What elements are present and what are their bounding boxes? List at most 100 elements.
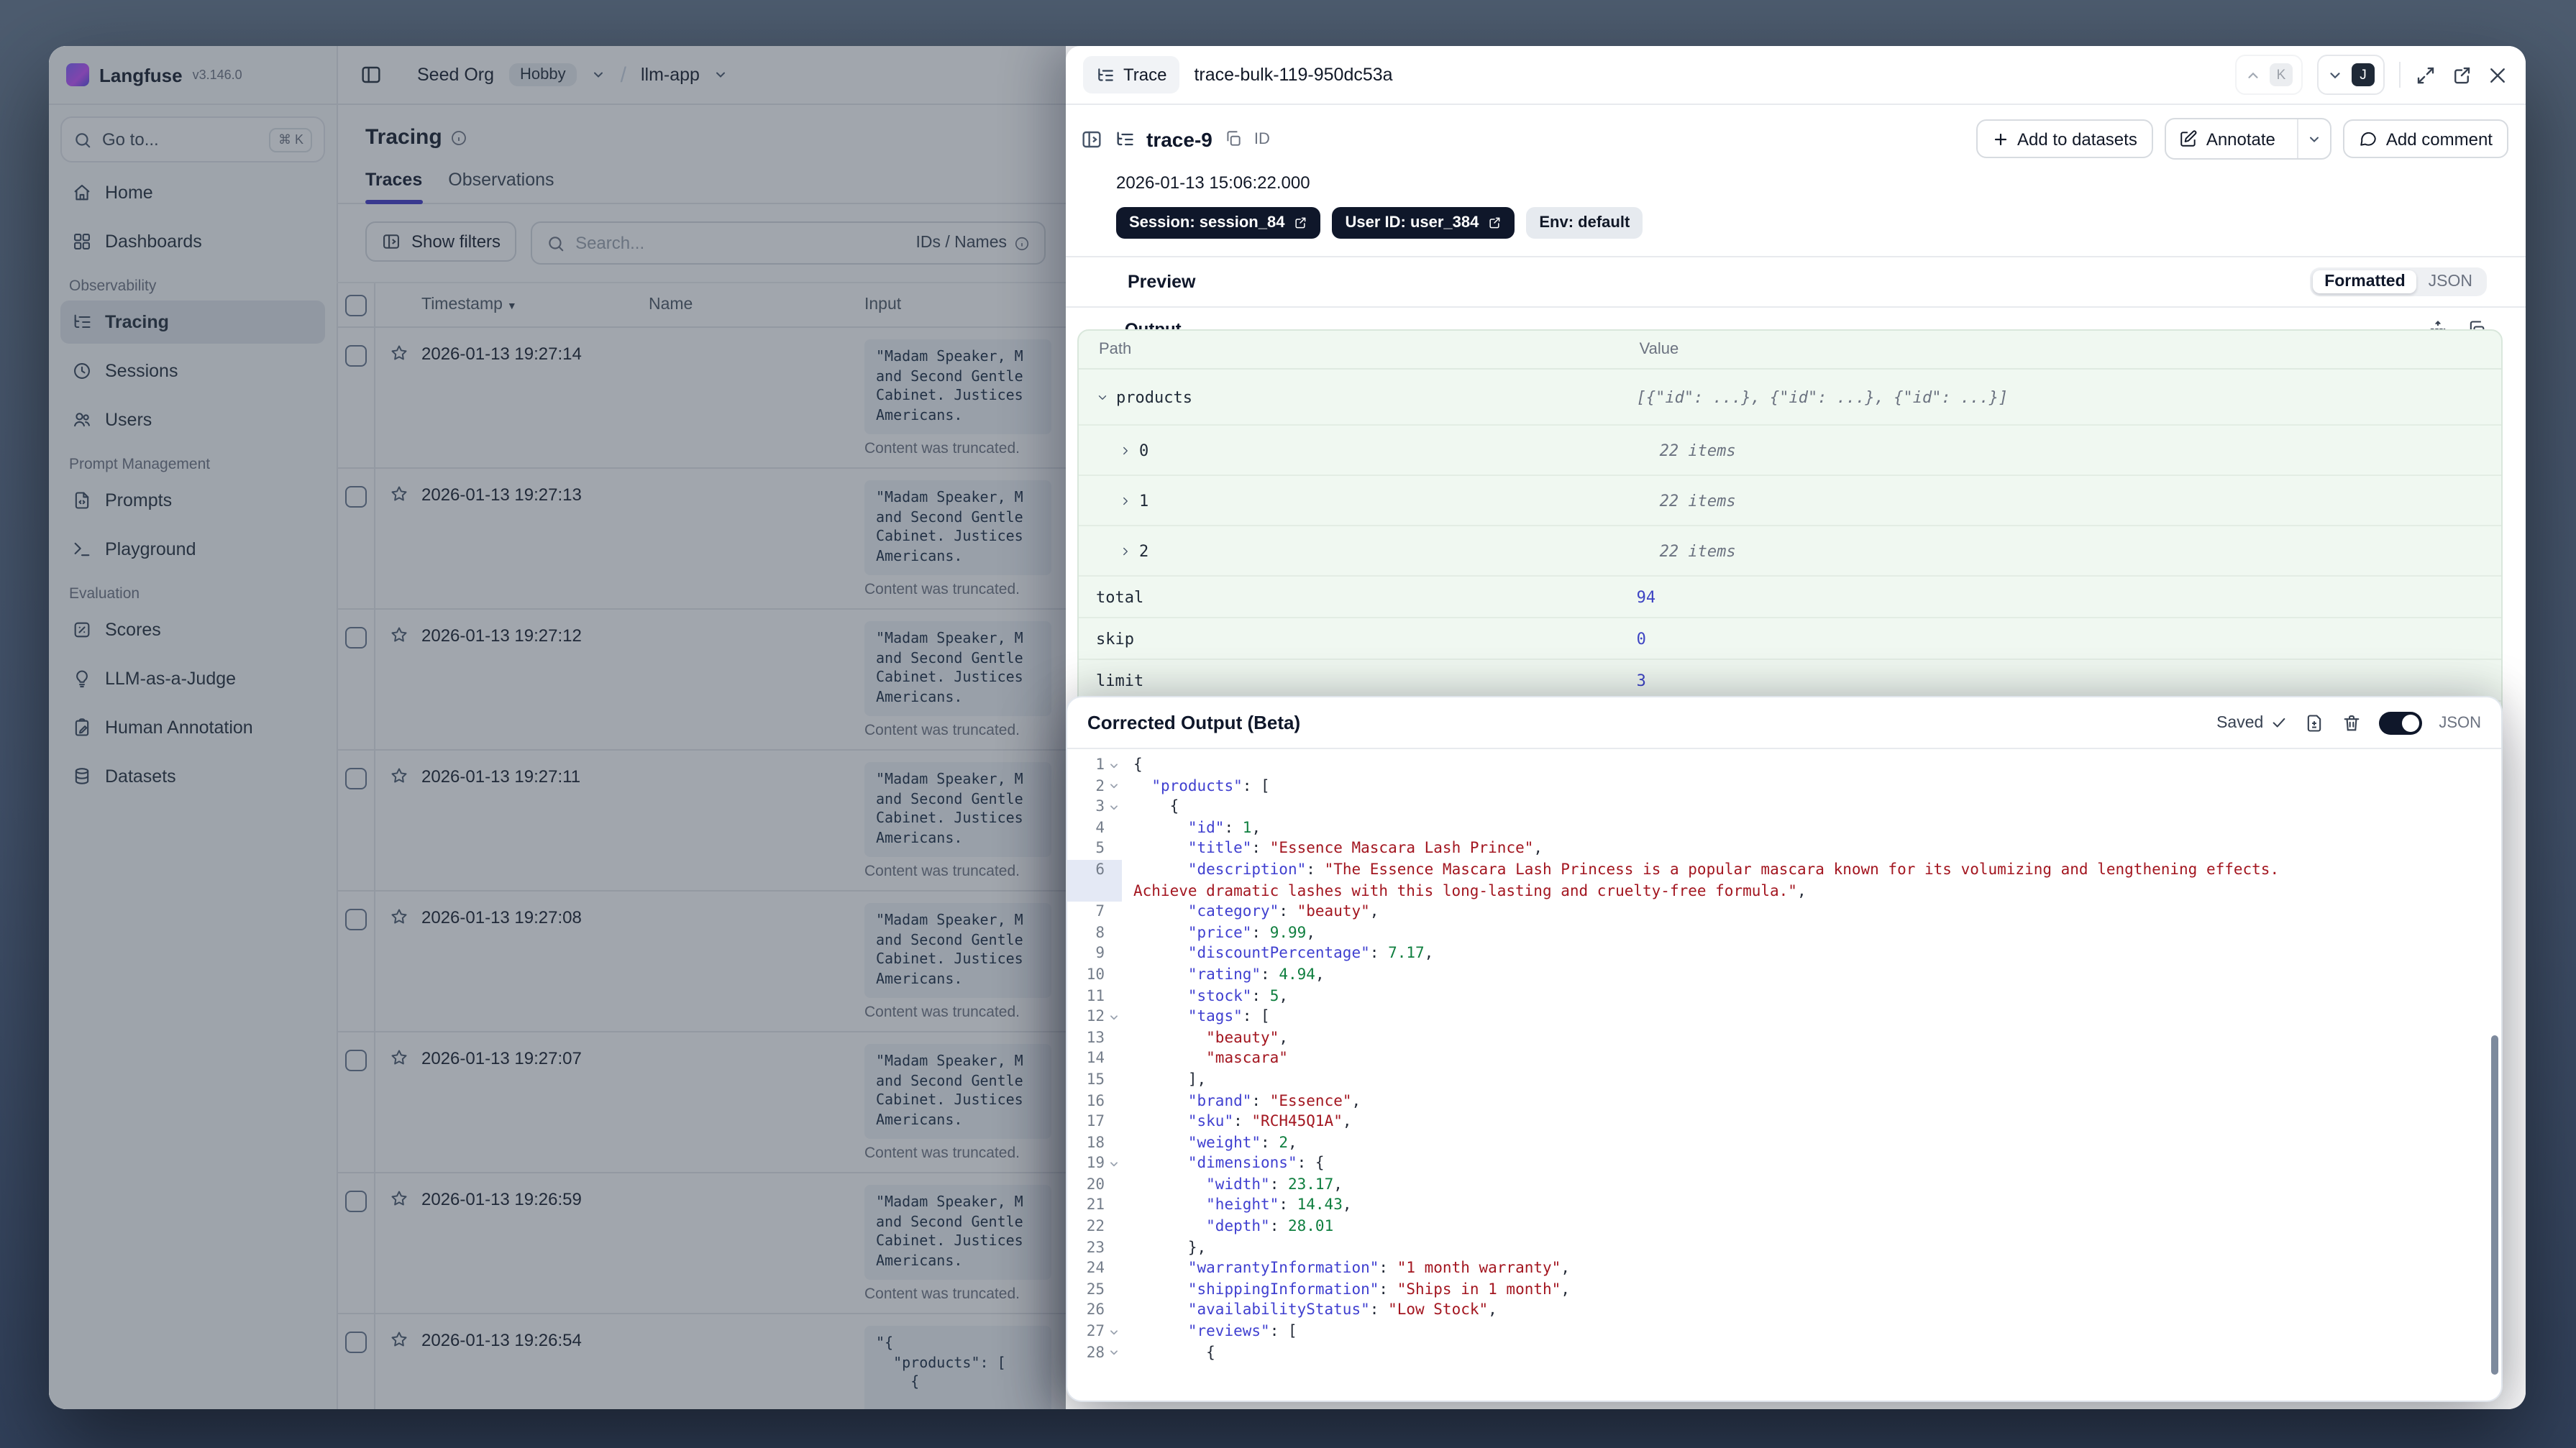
output-row-0[interactable]: 0 22 items: [1079, 426, 2501, 476]
sidebar-item-human-annotation[interactable]: Human Annotation: [60, 706, 325, 749]
close-icon[interactable]: [2487, 64, 2508, 86]
tab-traces[interactable]: Traces: [365, 170, 422, 204]
editor-line[interactable]: 22 "depth": 28.01: [1067, 1216, 2501, 1237]
search-input[interactable]: Search... IDs / Names: [531, 221, 1046, 265]
star-icon[interactable]: [389, 626, 408, 644]
editor-line[interactable]: 24 "warrantyInformation": "1 month warra…: [1067, 1259, 2501, 1280]
editor-line[interactable]: 5 "title": "Essence Mascara Lash Prince"…: [1067, 839, 2501, 860]
format-json[interactable]: JSON: [2417, 270, 2484, 293]
editor-line[interactable]: 3 {: [1067, 797, 2501, 817]
editor-line[interactable]: 9 "discountPercentage": 7.17,: [1067, 944, 2501, 965]
column-timestamp[interactable]: Timestamp ▼: [421, 296, 649, 313]
editor-scrollbar[interactable]: [2491, 1035, 2498, 1375]
editor-line[interactable]: 25 "shippingInformation": "Ships in 1 mo…: [1067, 1280, 2501, 1301]
output-row-2[interactable]: 2 22 items: [1079, 526, 2501, 577]
expand-icon[interactable]: [2415, 64, 2436, 86]
table-row[interactable]: 2026-01-13 19:27:14 "Madam Speaker, M and…: [337, 328, 1066, 469]
copy-icon[interactable]: [1224, 129, 1243, 148]
star-icon[interactable]: [389, 1330, 408, 1349]
add-comment-button[interactable]: Add comment: [2342, 119, 2508, 158]
editor-line[interactable]: 1{: [1067, 755, 2501, 776]
sidebar-item-users[interactable]: Users: [60, 398, 325, 441]
format-formatted[interactable]: Formatted: [2313, 270, 2417, 293]
open-external-icon[interactable]: [2451, 64, 2472, 86]
format-toggle[interactable]: Formatted JSON: [2310, 267, 2487, 296]
output-row-1[interactable]: 1 22 items: [1079, 476, 2501, 526]
editor-line[interactable]: 20 "width": 23.17,: [1067, 1175, 2501, 1196]
editor-line[interactable]: 21 "height": 14.43,: [1067, 1196, 2501, 1216]
add-to-datasets-button[interactable]: Add to datasets: [1976, 119, 2153, 158]
star-icon[interactable]: [389, 1189, 408, 1208]
table-row[interactable]: 2026-01-13 19:27:11 "Madam Speaker, M and…: [337, 751, 1066, 892]
row-checkbox[interactable]: [344, 1332, 366, 1353]
json-toggle[interactable]: [2378, 711, 2422, 734]
sidebar-item-tracing[interactable]: Tracing: [60, 301, 325, 344]
annotate-dropdown[interactable]: [2296, 119, 2330, 158]
editor-line[interactable]: 16 "brand": "Essence",: [1067, 1091, 2501, 1112]
status-badge[interactable]: User ID: user_384: [1332, 207, 1515, 239]
editor-line[interactable]: 27 "reviews": [: [1067, 1321, 2501, 1342]
row-checkbox[interactable]: [344, 768, 366, 789]
annotate-button[interactable]: Annotate: [2164, 118, 2331, 160]
sidebar-toggle-icon[interactable]: [360, 63, 383, 86]
editor-line[interactable]: 6 "description": "The Essence Mascara La…: [1067, 859, 2501, 902]
editor-line[interactable]: 8 "price": 9.99,: [1067, 923, 2501, 944]
editor-line[interactable]: 18 "weight": 2,: [1067, 1132, 2501, 1153]
star-icon[interactable]: [389, 907, 408, 926]
tree-panel-open-icon[interactable]: [1080, 127, 1103, 150]
sidebar-item-scores[interactable]: Scores: [60, 608, 325, 651]
sidebar-item-llm-as-a-judge[interactable]: LLM-as-a-Judge: [60, 657, 325, 700]
table-row[interactable]: 2026-01-13 19:27:07 "Madam Speaker, M and…: [337, 1032, 1066, 1173]
chevron-down-icon[interactable]: [592, 68, 606, 82]
goto-search[interactable]: Go to... ⌘ K: [60, 116, 325, 162]
sidebar-item-datasets[interactable]: Datasets: [60, 755, 325, 798]
editor-line[interactable]: 17 "sku": "RCH45Q1A",: [1067, 1112, 2501, 1132]
column-input[interactable]: Input: [864, 296, 1066, 313]
search-mode-toggle[interactable]: IDs / Names: [915, 234, 1030, 252]
editor-line[interactable]: 19 "dimensions": {: [1067, 1154, 2501, 1175]
row-checkbox[interactable]: [344, 1050, 366, 1071]
row-checkbox[interactable]: [344, 627, 366, 649]
editor-line[interactable]: 28 {: [1067, 1342, 2501, 1363]
star-icon[interactable]: [389, 485, 408, 503]
table-row[interactable]: 2026-01-13 19:27:13 "Madam Speaker, M and…: [337, 469, 1066, 610]
project-name[interactable]: llm-app: [641, 65, 700, 85]
star-icon[interactable]: [389, 344, 408, 362]
next-trace-button[interactable]: J: [2317, 55, 2385, 95]
output-row-products[interactable]: products [{"id": ...}, {"id": ...}, {"id"…: [1079, 370, 2501, 426]
row-checkbox[interactable]: [344, 486, 366, 508]
json-editor[interactable]: 1{2 "products": [3 {4 "id": 1, 5 "title":…: [1067, 748, 2501, 1401]
file-diff-icon[interactable]: [2303, 712, 2324, 733]
table-row[interactable]: 2026-01-13 19:27:08 "Madam Speaker, M and…: [337, 892, 1066, 1032]
row-checkbox[interactable]: [344, 1191, 366, 1212]
editor-line[interactable]: 23 },: [1067, 1237, 2501, 1258]
status-badge[interactable]: Session: session_84: [1116, 207, 1321, 239]
sidebar-item-dashboards[interactable]: Dashboards: [60, 220, 325, 263]
org-name[interactable]: Seed Org: [417, 65, 494, 85]
editor-line[interactable]: 4 "id": 1,: [1067, 818, 2501, 839]
sidebar-item-playground[interactable]: Playground: [60, 528, 325, 571]
trash-icon[interactable]: [2341, 712, 2361, 733]
row-checkbox[interactable]: [344, 909, 366, 930]
editor-line[interactable]: 13 "beauty",: [1067, 1027, 2501, 1048]
sidebar-item-home[interactable]: Home: [60, 171, 325, 214]
table-row[interactable]: 2026-01-13 19:26:59 "Madam Speaker, M and…: [337, 1173, 1066, 1314]
editor-line[interactable]: 14 "mascara": [1067, 1049, 2501, 1070]
select-all-checkbox[interactable]: [344, 294, 366, 316]
editor-line[interactable]: 11 "stock": 5,: [1067, 986, 2501, 1007]
column-name[interactable]: Name: [649, 296, 864, 313]
chevron-down-icon[interactable]: [714, 68, 729, 82]
table-row[interactable]: 2026-01-13 19:27:12 "Madam Speaker, M and…: [337, 610, 1066, 751]
tab-preview[interactable]: Preview: [1128, 272, 1196, 292]
table-row[interactable]: 2026-01-13 19:26:54 "{ "products": [ {: [337, 1314, 1066, 1409]
editor-line[interactable]: 10 "rating": 4.94,: [1067, 965, 2501, 986]
editor-line[interactable]: 12 "tags": [: [1067, 1007, 2501, 1027]
sidebar-item-prompts[interactable]: Prompts: [60, 479, 325, 522]
info-icon[interactable]: [451, 129, 468, 146]
row-checkbox[interactable]: [344, 345, 366, 367]
editor-line[interactable]: 26 "availabilityStatus": "Low Stock",: [1067, 1301, 2501, 1321]
tab-observations[interactable]: Observations: [448, 170, 554, 203]
star-icon[interactable]: [389, 1048, 408, 1067]
editor-line[interactable]: 7 "category": "beauty",: [1067, 902, 2501, 922]
editor-line[interactable]: 15 ],: [1067, 1070, 2501, 1091]
